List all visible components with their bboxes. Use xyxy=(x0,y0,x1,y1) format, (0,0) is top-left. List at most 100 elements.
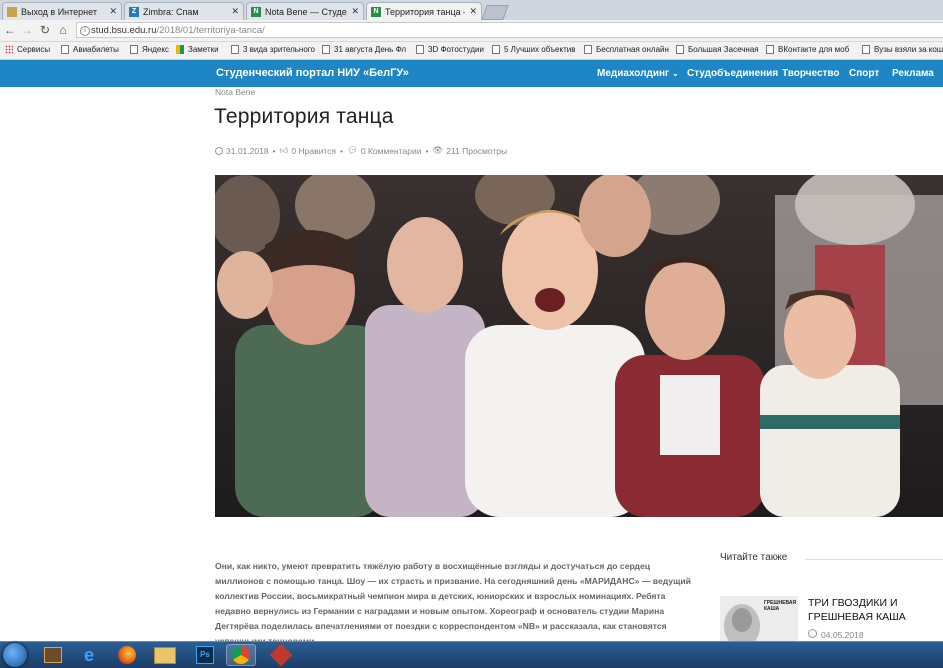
page-icon xyxy=(61,45,69,54)
chevron-down-icon: ⌄ xyxy=(671,69,679,78)
menu-item-sport[interactable]: Спорт xyxy=(849,68,879,79)
windows-taskbar: e Ps xyxy=(0,641,943,668)
url-path: /2018/01/territoriya-tanca/ xyxy=(156,25,265,36)
page-icon xyxy=(492,45,500,54)
menu-label: Медиахолдинг xyxy=(597,68,670,79)
browser-tab-bar: Выход в Интернет ✕ Z Zimbra: Спам ✕ N No… xyxy=(0,0,943,20)
chrome-icon[interactable] xyxy=(226,644,256,666)
article-title: Территория танца xyxy=(214,105,394,128)
bookmark-label: 5 Лучших объектив xyxy=(504,45,576,54)
url-input[interactable]: i stud.bsu.edu.ru/2018/01/territoriya-ta… xyxy=(76,22,943,38)
address-bar-row: ← → ↻ ⌂ i stud.bsu.edu.ru/2018/01/territ… xyxy=(0,20,943,42)
tab-title: Выход в Интернет xyxy=(21,6,97,17)
browser-tab[interactable]: Выход в Интернет ✕ xyxy=(2,2,122,20)
firefox-icon[interactable] xyxy=(112,644,142,666)
page-icon xyxy=(231,45,239,54)
bookmark-item[interactable]: 5 Лучших объектив xyxy=(492,45,575,54)
comments-count[interactable]: 0 Комментарии xyxy=(361,146,422,156)
bookmark-services[interactable]: Сервисы xyxy=(5,45,50,54)
bookmark-label: Большая Засечная xyxy=(688,45,759,54)
thumb-caption: ГРЕШНЕВАЯ КАША xyxy=(764,600,797,612)
meta-separator: • xyxy=(272,145,276,156)
menu-item-reklama[interactable]: Реклама xyxy=(892,68,934,79)
article-body: Они, как никто, умеют превратить тяжёлую… xyxy=(215,561,691,646)
bookmark-item[interactable]: 31 августа День Фл xyxy=(322,45,406,54)
sidebar-heading: Читайте также xyxy=(720,552,788,563)
tab-title: Территория танца — Сту xyxy=(385,6,465,17)
close-tab-icon[interactable]: ✕ xyxy=(231,6,239,17)
url-host: stud.bsu.edu.ru xyxy=(91,25,157,36)
bookmark-label: Яндекс xyxy=(142,45,169,54)
bookmark-label: Заметки xyxy=(188,45,219,54)
tab-title: Nota Bene — Студенческ xyxy=(265,6,347,17)
browser-tab-active[interactable]: N Территория танца — Сту ✕ xyxy=(366,2,482,20)
article-category-link[interactable]: Nota Bene xyxy=(215,87,255,97)
menu-item-tvorchestvo[interactable]: Творчество xyxy=(782,68,840,79)
likes-count[interactable]: 0 Нравится xyxy=(291,146,336,156)
related-article-title[interactable]: ТРИ ГВОЗДИКИ И ГРЕШНЕВАЯ КАША xyxy=(808,596,938,624)
internet-explorer-icon[interactable]: e xyxy=(74,644,104,666)
bookmark-item[interactable]: ВКонтакте для моб xyxy=(766,45,849,54)
related-article-date: 04.05.2018 xyxy=(808,629,864,640)
forward-arrow-icon[interactable]: → xyxy=(20,22,34,38)
media-player-icon[interactable] xyxy=(38,644,68,666)
page-icon xyxy=(584,45,592,54)
page-icon xyxy=(766,45,774,54)
bookmark-label: Бесплатная онлайн xyxy=(596,45,669,54)
notes-icon xyxy=(176,45,184,54)
meta-separator: • xyxy=(340,145,344,156)
site-title-link[interactable]: Студенческий портал НИУ «БелГУ» xyxy=(216,67,409,79)
related-thumbnail[interactable]: ГРЕШНЕВАЯ КАША xyxy=(720,596,798,646)
close-tab-icon[interactable]: ✕ xyxy=(469,6,477,17)
nb-favicon-icon: N xyxy=(371,6,381,17)
windows-start-button[interactable] xyxy=(3,643,27,667)
page-icon xyxy=(862,45,870,54)
bookmark-item[interactable]: Яндекс xyxy=(130,45,169,54)
bookmark-item[interactable]: 3D Фотостудии xyxy=(416,45,484,54)
page-icon xyxy=(322,45,330,54)
article-date: 31.01.2018 xyxy=(226,145,269,156)
reload-icon[interactable]: ↻ xyxy=(38,22,52,38)
menu-item-mediaholding[interactable]: Медиахолдинг ⌄ xyxy=(597,68,679,79)
bookmark-label: Вузы взяли за кошел xyxy=(874,45,943,54)
page-icon xyxy=(130,45,138,54)
bookmark-label: Авиабилеты xyxy=(73,45,119,54)
meta-separator: • xyxy=(425,145,429,156)
tab-title: Zimbra: Спам xyxy=(143,6,199,17)
browser-tab[interactable]: N Nota Bene — Студенческ ✕ xyxy=(246,2,364,20)
bookmark-item[interactable]: 3 вида зрительного xyxy=(231,45,315,54)
nb-favicon-icon: N xyxy=(251,6,261,17)
bookmark-item[interactable]: Большая Засечная xyxy=(676,45,759,54)
bookmark-item[interactable]: Авиабилеты xyxy=(61,45,119,54)
related-date-text: 04.05.2018 xyxy=(821,630,864,640)
bookmark-label: Сервисы xyxy=(17,45,51,54)
article-meta: 31.01.2018 • 👍︎ 0 Нравится • 💬︎ 0 Коммен… xyxy=(215,145,507,156)
home-icon[interactable]: ⌂ xyxy=(56,22,70,38)
photoshop-icon[interactable]: Ps xyxy=(190,644,220,666)
close-tab-icon[interactable]: ✕ xyxy=(109,6,117,17)
bookmark-item[interactable]: Бесплатная онлайн xyxy=(584,45,669,54)
file-explorer-icon[interactable] xyxy=(150,644,180,666)
divider xyxy=(805,559,943,560)
close-tab-icon[interactable]: ✕ xyxy=(351,6,359,17)
thumbs-up-icon[interactable]: 👍︎ xyxy=(280,145,289,156)
bookmark-item[interactable]: Заметки xyxy=(176,45,219,54)
comment-icon: 💬︎ xyxy=(347,145,358,155)
views-count: 211 Просмотры xyxy=(446,145,508,156)
clock-icon xyxy=(215,146,223,155)
site-header: Студенческий портал НИУ «БелГУ» Медиахол… xyxy=(0,60,943,87)
browser-tab[interactable]: Z Zimbra: Спам ✕ xyxy=(124,2,244,20)
app-icon[interactable] xyxy=(266,643,296,667)
bookmark-label: 3 вида зрительного xyxy=(243,45,315,54)
page-icon xyxy=(676,45,684,54)
new-tab-button[interactable] xyxy=(481,5,509,20)
bookmark-item[interactable]: Вузы взяли за кошел xyxy=(862,45,943,54)
page-icon xyxy=(416,45,424,54)
info-icon[interactable]: i xyxy=(80,26,90,36)
bookmark-label: 31 августа День Фл xyxy=(334,45,407,54)
menu-item-studobyedineniya[interactable]: Студобъединения xyxy=(687,68,778,79)
zimbra-favicon-icon: Z xyxy=(129,6,139,17)
bookmark-label: 3D Фотостудии xyxy=(428,45,484,54)
back-arrow-icon[interactable]: ← xyxy=(3,22,17,38)
apps-icon xyxy=(5,45,13,54)
